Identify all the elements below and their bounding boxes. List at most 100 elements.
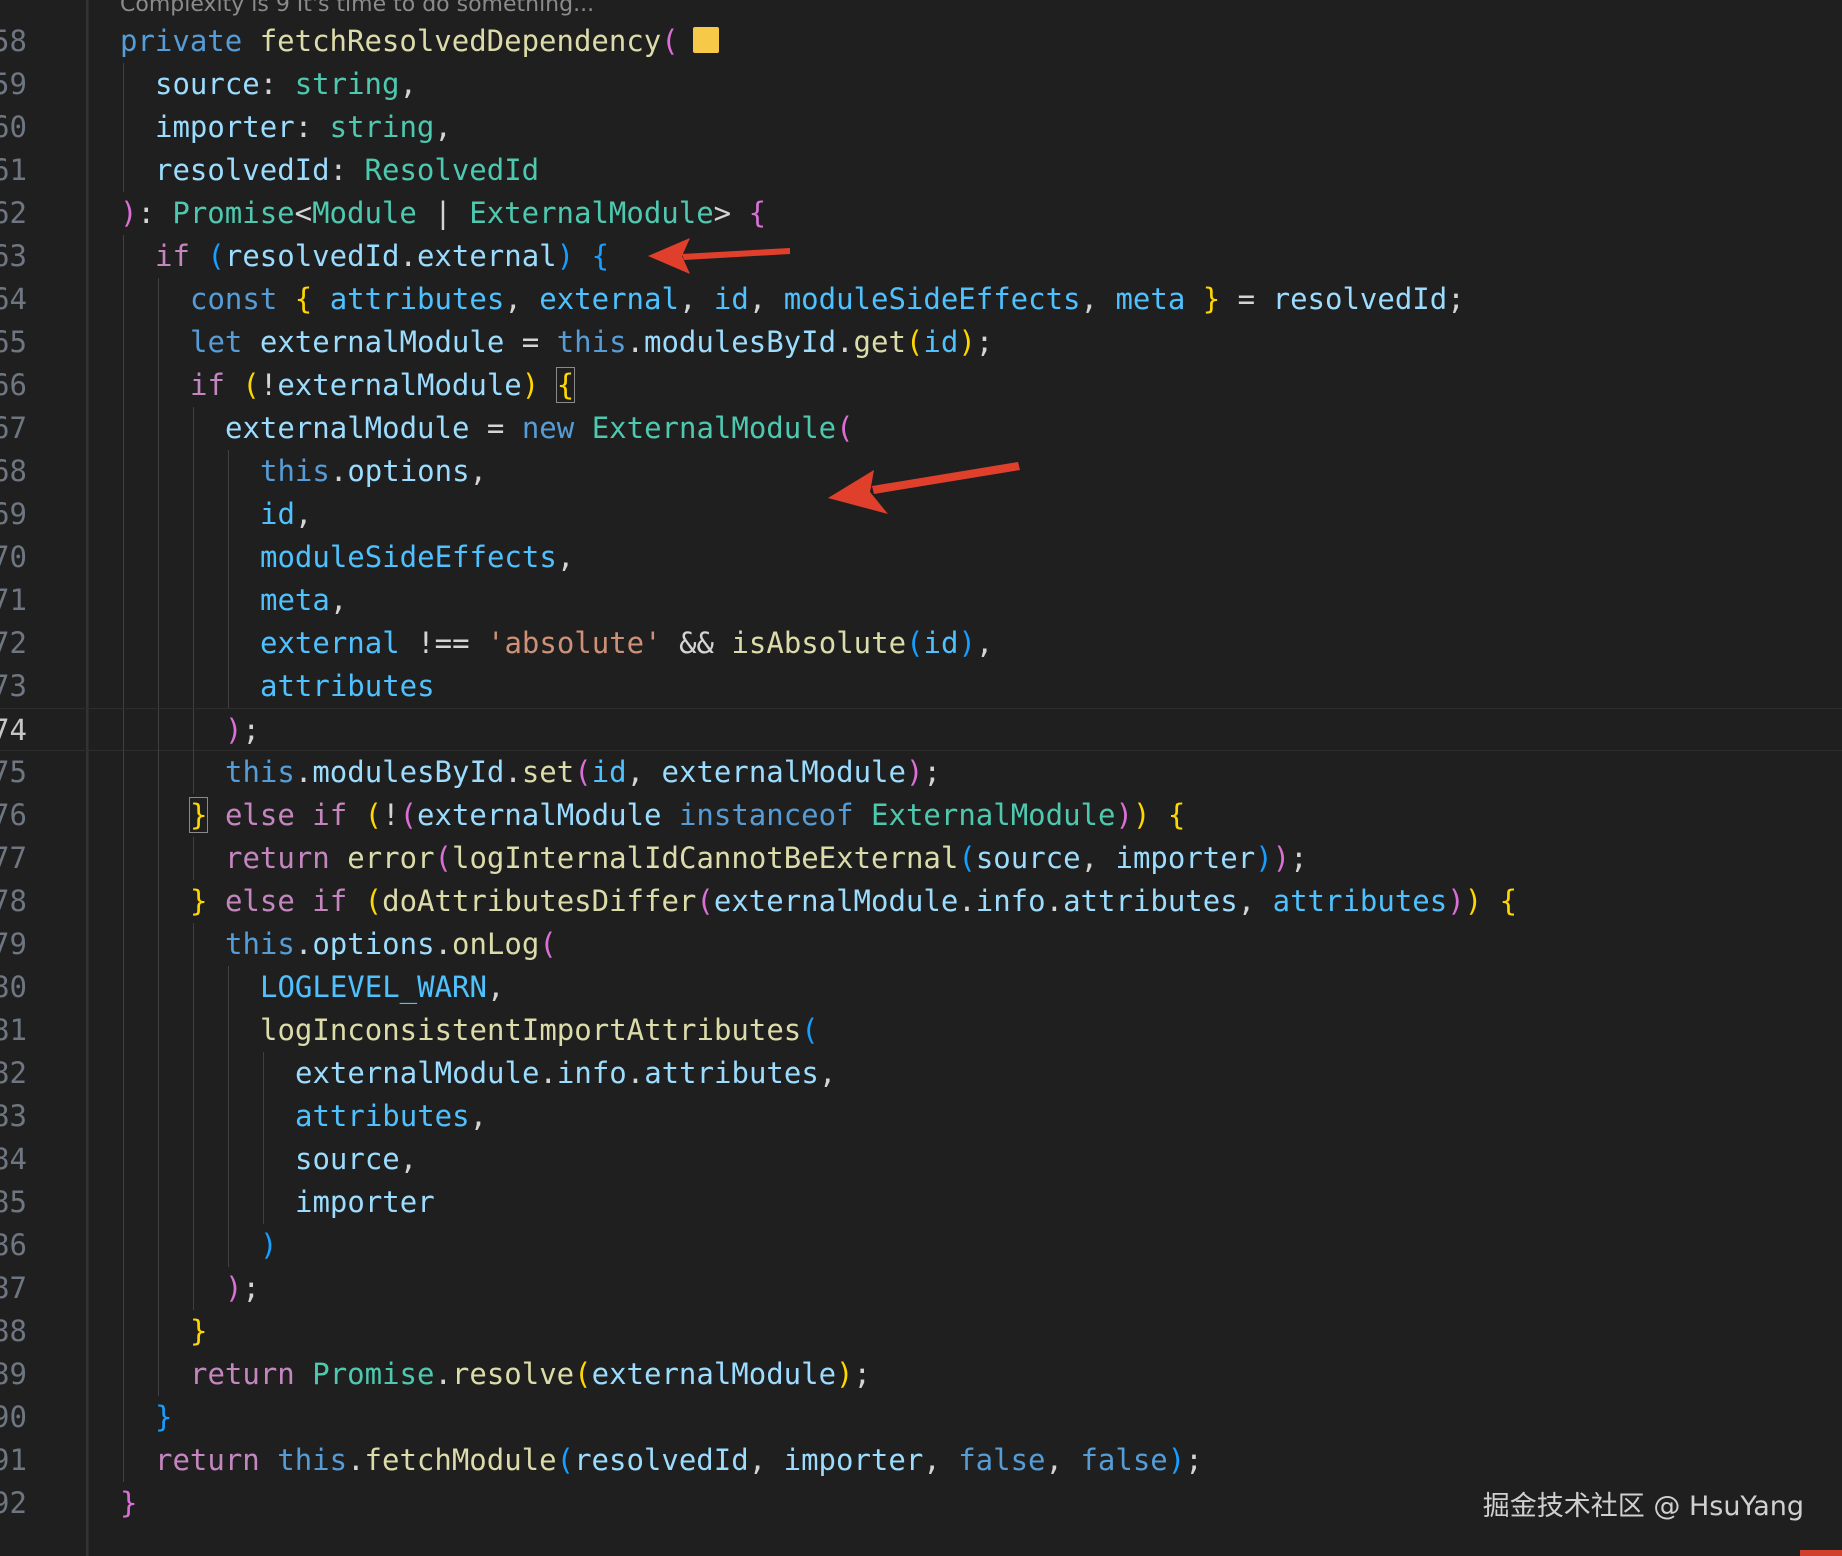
line-number[interactable]: 90 <box>0 1396 27 1439</box>
line-number[interactable]: 73 <box>0 665 27 708</box>
code-line[interactable]: 64 const { attributes, external, id, modu… <box>0 278 1842 321</box>
code-text[interactable]: this.options, <box>260 450 487 493</box>
code-line[interactable]: 78 } else if (doAttributesDiffer(external… <box>0 880 1842 923</box>
code-text[interactable]: } <box>120 1482 137 1525</box>
line-number[interactable]: 67 <box>0 407 27 450</box>
code-line[interactable]: 81 logInconsistentImportAttributes( <box>0 1009 1842 1052</box>
code-line[interactable]: 88} <box>0 1310 1842 1353</box>
code-text[interactable]: return error(logInternalIdCannotBeExtern… <box>225 837 1308 880</box>
line-number[interactable]: 78 <box>0 880 27 923</box>
line-number[interactable]: 89 <box>0 1353 27 1396</box>
line-number[interactable]: 91 <box>0 1439 27 1482</box>
code-text[interactable]: logInconsistentImportAttributes( <box>260 1009 819 1052</box>
code-line[interactable]: 67 externalModule = new ExternalModule( <box>0 407 1842 450</box>
line-number[interactable]: 59 <box>0 63 27 106</box>
code-text[interactable]: importer: string, <box>155 106 452 149</box>
code-text[interactable]: externalModule = new ExternalModule( <box>225 407 854 450</box>
code-line[interactable]: 74); <box>0 708 1842 752</box>
code-text[interactable]: source, <box>295 1138 417 1181</box>
code-line[interactable]: 89 return Promise.resolve(externalModule)… <box>0 1353 1842 1396</box>
line-number[interactable]: 77 <box>0 837 27 880</box>
line-number[interactable]: 58 <box>0 20 27 63</box>
line-number[interactable]: 81 <box>0 1009 27 1052</box>
code-line[interactable]: 87); <box>0 1267 1842 1310</box>
code-line[interactable]: 86) <box>0 1224 1842 1267</box>
line-number[interactable]: 68 <box>0 450 27 493</box>
line-number[interactable]: 60 <box>0 106 27 149</box>
code-line[interactable]: 58 private fetchResolvedDependency( <box>0 20 1842 63</box>
line-number[interactable]: 71 <box>0 579 27 622</box>
code-line[interactable]: 63 if (resolvedId.external) { <box>0 235 1842 278</box>
code-line[interactable]: 77 return error(logInternalIdCannotBeExte… <box>0 837 1842 880</box>
code-text[interactable]: if (resolvedId.external) { <box>155 235 609 278</box>
line-number[interactable]: 82 <box>0 1052 27 1095</box>
line-number[interactable]: 65 <box>0 321 27 364</box>
code-text[interactable]: } else if (!(externalModule instanceof E… <box>188 794 1185 837</box>
line-number[interactable]: 72 <box>0 622 27 665</box>
code-text[interactable]: } else if (doAttributesDiffer(externalMo… <box>190 880 1517 923</box>
code-line[interactable]: 79 this.options.onLog( <box>0 923 1842 966</box>
code-line[interactable]: 83 attributes, <box>0 1095 1842 1138</box>
line-number[interactable]: 63 <box>0 235 27 278</box>
line-number[interactable]: 69 <box>0 493 27 536</box>
code-text[interactable]: return Promise.resolve(externalModule); <box>190 1353 871 1396</box>
line-number[interactable]: 66 <box>0 364 27 407</box>
code-text[interactable]: moduleSideEffects, <box>260 536 574 579</box>
lightbulb-icon[interactable] <box>692 27 719 53</box>
code-line[interactable]: 60 importer: string, <box>0 106 1842 149</box>
line-number[interactable]: 79 <box>0 923 27 966</box>
code-line[interactable]: 62): Promise<Module | ExternalModule> { <box>0 192 1842 235</box>
code-text[interactable]: external !== 'absolute' && isAbsolute(id… <box>260 622 993 665</box>
code-text[interactable]: } <box>190 1310 207 1353</box>
code-line[interactable]: 59 source: string, <box>0 63 1842 106</box>
code-text[interactable]: resolvedId: ResolvedId <box>155 149 539 192</box>
code-line[interactable]: 70 moduleSideEffects, <box>0 536 1842 579</box>
line-number[interactable]: 92 <box>0 1482 27 1525</box>
code-line[interactable]: 90} <box>0 1396 1842 1439</box>
code-line[interactable]: 84 source, <box>0 1138 1842 1181</box>
codelens-complexity-hint[interactable]: Complexity is 9 It's time to do somethin… <box>120 0 594 17</box>
code-line[interactable]: 82 externalModule.info.attributes, <box>0 1052 1842 1095</box>
code-line[interactable]: 80 LOGLEVEL_WARN, <box>0 966 1842 1009</box>
code-text[interactable]: importer <box>295 1181 435 1224</box>
code-text[interactable]: ); <box>225 1267 260 1310</box>
code-line[interactable]: 65 let externalModule = this.modulesById.… <box>0 321 1842 364</box>
code-text[interactable]: meta, <box>260 579 347 622</box>
line-number[interactable]: 83 <box>0 1095 27 1138</box>
code-line[interactable]: 71 meta, <box>0 579 1842 622</box>
line-number[interactable]: 64 <box>0 278 27 321</box>
code-line[interactable]: 91 return this.fetchModule(resolvedId, im… <box>0 1439 1842 1482</box>
line-number[interactable]: 74 <box>0 709 27 752</box>
code-line[interactable]: 61 resolvedId: ResolvedId <box>0 149 1842 192</box>
line-number[interactable]: 86 <box>0 1224 27 1267</box>
code-editor[interactable]: Complexity is 9 It's time to do somethin… <box>0 0 1842 1556</box>
code-text[interactable]: const { attributes, external, id, module… <box>190 278 1465 321</box>
code-text[interactable]: return this.fetchModule(resolvedId, impo… <box>155 1439 1203 1482</box>
code-text[interactable]: let externalModule = this.modulesById.ge… <box>190 321 993 364</box>
code-text[interactable]: } <box>155 1396 172 1439</box>
code-line[interactable]: 73 attributes <box>0 665 1842 708</box>
code-line[interactable]: 75 this.modulesById.set(id, externalModul… <box>0 751 1842 794</box>
code-text[interactable]: attributes <box>260 665 435 708</box>
code-text[interactable]: ) <box>260 1224 277 1267</box>
line-number[interactable]: 87 <box>0 1267 27 1310</box>
line-number[interactable]: 70 <box>0 536 27 579</box>
code-text[interactable]: if (!externalModule) { <box>190 364 576 407</box>
line-number[interactable]: 61 <box>0 149 27 192</box>
code-text[interactable]: source: string, <box>155 63 417 106</box>
line-number[interactable]: 80 <box>0 966 27 1009</box>
code-text[interactable]: private fetchResolvedDependency( <box>120 20 719 63</box>
code-line[interactable]: 72 external !== 'absolute' && isAbsolute(… <box>0 622 1842 665</box>
code-line[interactable]: 76 } else if (!(externalModule instanceof… <box>0 794 1842 837</box>
line-number[interactable]: 88 <box>0 1310 27 1353</box>
code-text[interactable]: ); <box>225 709 260 752</box>
line-number[interactable]: 76 <box>0 794 27 837</box>
code-text[interactable]: externalModule.info.attributes, <box>295 1052 836 1095</box>
code-text[interactable]: id, <box>260 493 312 536</box>
code-line[interactable]: 85 importer <box>0 1181 1842 1224</box>
code-text[interactable]: this.modulesById.set(id, externalModule)… <box>225 751 941 794</box>
code-text[interactable]: attributes, <box>295 1095 487 1138</box>
line-number[interactable]: 75 <box>0 751 27 794</box>
line-number[interactable]: 85 <box>0 1181 27 1224</box>
line-number[interactable]: 62 <box>0 192 27 235</box>
